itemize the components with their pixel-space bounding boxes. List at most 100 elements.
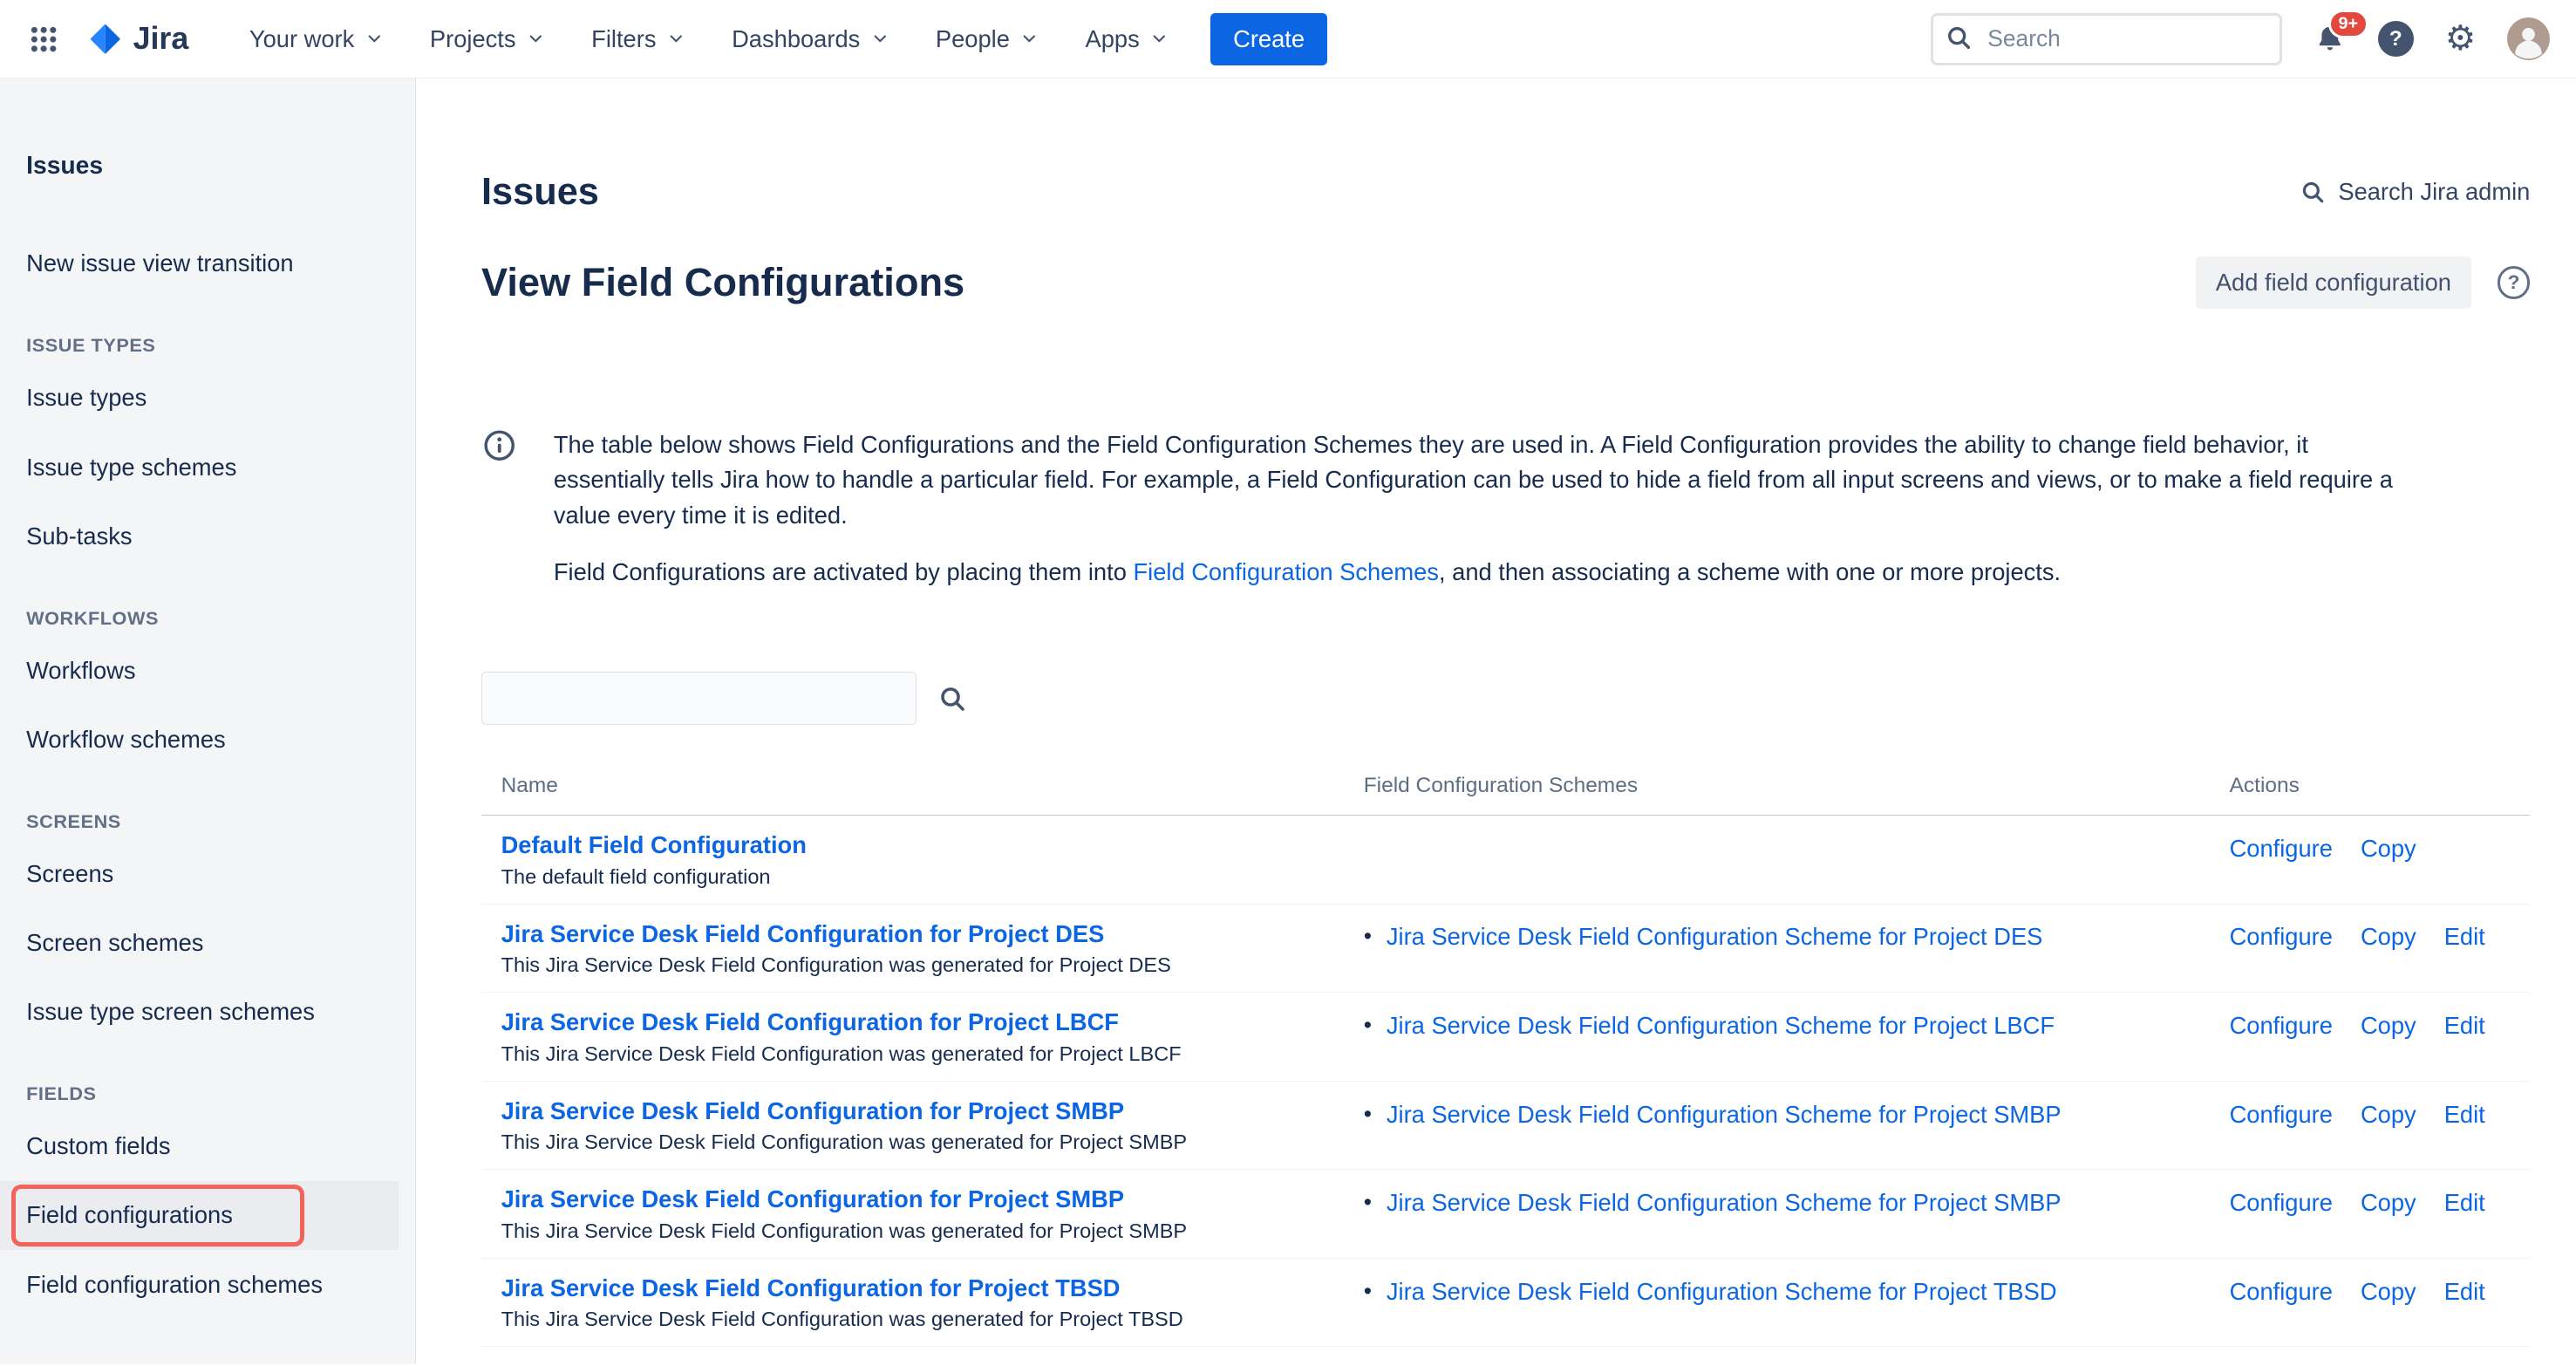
sidebar-section-heading-fields: FIELDS — [0, 1063, 415, 1112]
copy-link[interactable]: Copy — [2361, 832, 2416, 865]
scheme-cell: • Jira Service Desk Field Configuration … — [1344, 1170, 2210, 1258]
copy-link[interactable]: Copy — [2361, 1009, 2416, 1042]
field-config-name-link[interactable]: Jira Service Desk Field Configuration fo… — [501, 1097, 1124, 1125]
table-row: Jira Service Desk Field Configuration fo… — [481, 1170, 2530, 1259]
table-row: Jira Service Desk Field Configuration fo… — [481, 905, 2530, 994]
sidebar-section-heading-screens: SCREENS — [0, 790, 415, 839]
help-circle-icon[interactable]: ? — [2498, 266, 2531, 299]
sidebar-section-heading-workflows: WORKFLOWS — [0, 587, 415, 636]
search-icon[interactable] — [938, 685, 966, 713]
field-configurations-table: Name Field Configuration Schemes Actions… — [481, 761, 2530, 1347]
sidebar-item-workflow-schemes[interactable]: Workflow schemes — [0, 705, 415, 774]
sidebar-item-custom-fields[interactable]: Custom fields — [0, 1112, 415, 1181]
nav-item-apps[interactable]: Apps — [1067, 15, 1188, 63]
edit-link[interactable]: Edit — [2444, 1009, 2485, 1042]
sidebar-item-new-issue-view-transition[interactable]: New issue view transition — [0, 229, 415, 298]
actions-cell: Configure Copy Edit — [2210, 1259, 2530, 1347]
info-paragraph-1: The table below shows Field Configuratio… — [554, 427, 2416, 534]
field-configuration-schemes-link[interactable]: Field Configuration Schemes — [1133, 558, 1439, 585]
name-cell: Default Field Configuration The default … — [481, 816, 1344, 904]
add-field-configuration-button[interactable]: Add field configuration — [2196, 256, 2470, 309]
field-config-description: The default field configuration — [501, 865, 1325, 889]
configure-link[interactable]: Configure — [2230, 832, 2333, 865]
jira-logo[interactable]: Jira — [87, 21, 188, 57]
scheme-link[interactable]: Jira Service Desk Field Configuration Sc… — [1387, 1098, 2061, 1131]
sidebar-item-field-configuration-schemes[interactable]: Field configuration schemes — [0, 1250, 415, 1319]
name-cell: Jira Service Desk Field Configuration fo… — [481, 1259, 1344, 1347]
bullet-icon: • — [1364, 1186, 1372, 1219]
copy-link[interactable]: Copy — [2361, 1186, 2416, 1219]
app-switcher-icon[interactable] — [30, 25, 58, 53]
edit-link[interactable]: Edit — [2444, 1186, 2485, 1219]
bullet-icon: • — [1364, 1098, 1372, 1131]
search-jira-admin-link[interactable]: Search Jira admin — [2300, 178, 2530, 206]
copy-link[interactable]: Copy — [2361, 920, 2416, 953]
scheme-link[interactable]: Jira Service Desk Field Configuration Sc… — [1387, 920, 2042, 953]
heading-actions: Add field configuration ? — [2196, 256, 2530, 309]
sidebar-item-field-configurations[interactable]: Field configurations — [0, 1181, 399, 1250]
chevron-down-icon — [365, 29, 385, 49]
primary-nav: Your work Projects Filters Dashboards Pe… — [231, 15, 1187, 63]
nav-item-people[interactable]: People — [917, 15, 1057, 63]
sidebar-item-sub-tasks[interactable]: Sub-tasks — [0, 502, 415, 570]
notifications-icon[interactable]: 9+ — [2314, 23, 2347, 56]
nav-item-your-work[interactable]: Your work — [231, 15, 402, 63]
configure-link[interactable]: Configure — [2230, 1275, 2333, 1308]
sidebar-item-issue-type-screen-schemes[interactable]: Issue type screen schemes — [0, 978, 415, 1047]
help-icon[interactable]: ? — [2378, 21, 2414, 57]
name-cell: Jira Service Desk Field Configuration fo… — [481, 1082, 1344, 1170]
field-config-description: This Jira Service Desk Field Configurati… — [501, 1219, 1325, 1243]
info-block: The table below shows Field Configuratio… — [481, 427, 2530, 590]
admin-sidebar: Issues New issue view transition ISSUE T… — [0, 79, 416, 1363]
copy-link[interactable]: Copy — [2361, 1098, 2416, 1131]
settings-gear-icon[interactable]: ⚙ — [2445, 22, 2476, 57]
configure-link[interactable]: Configure — [2230, 920, 2333, 953]
notification-badge: 9+ — [2328, 10, 2368, 38]
edit-link[interactable]: Edit — [2444, 920, 2485, 953]
table-header: Name Field Configuration Schemes Actions — [481, 761, 2530, 816]
scheme-cell — [1344, 816, 2210, 904]
field-config-name-link[interactable]: Jira Service Desk Field Configuration fo… — [501, 1185, 1124, 1213]
edit-link[interactable]: Edit — [2444, 1275, 2485, 1308]
nav-item-projects[interactable]: Projects — [412, 15, 563, 63]
nav-item-label: Projects — [430, 25, 516, 53]
scheme-link[interactable]: Jira Service Desk Field Configuration Sc… — [1387, 1009, 2055, 1042]
create-button[interactable]: Create — [1210, 13, 1328, 65]
nav-item-dashboards[interactable]: Dashboards — [713, 15, 908, 63]
scheme-link[interactable]: Jira Service Desk Field Configuration Sc… — [1387, 1186, 2061, 1219]
search-jira-admin-label: Search Jira admin — [2338, 178, 2530, 206]
scheme-link[interactable]: Jira Service Desk Field Configuration Sc… — [1387, 1275, 2057, 1308]
filter-input[interactable] — [481, 672, 917, 724]
info-icon — [481, 427, 517, 463]
avatar[interactable] — [2507, 17, 2550, 60]
section-heading: View Field Configurations — [481, 260, 964, 305]
sidebar-item-issue-type-schemes[interactable]: Issue type schemes — [0, 433, 415, 502]
field-config-name-link[interactable]: Jira Service Desk Field Configuration fo… — [501, 1274, 1121, 1302]
configure-link[interactable]: Configure — [2230, 1009, 2333, 1042]
heading-row: View Field Configurations Add field conf… — [481, 256, 2530, 309]
actions-cell: Configure Copy Edit — [2210, 1082, 2530, 1170]
sidebar-item-issue-types[interactable]: Issue types — [0, 364, 415, 433]
name-cell: Jira Service Desk Field Configuration fo… — [481, 993, 1344, 1081]
page-title: Issues — [481, 171, 599, 214]
main-content: Issues Search Jira admin View Field Conf… — [416, 79, 2576, 1363]
chevron-down-icon — [1019, 29, 1039, 49]
sidebar-item-screens[interactable]: Screens — [0, 839, 415, 908]
sidebar-item-workflows[interactable]: Workflows — [0, 636, 415, 705]
chevron-down-icon — [526, 29, 546, 49]
info-paragraph-2-prefix: Field Configurations are activated by pl… — [554, 558, 1134, 585]
edit-link[interactable]: Edit — [2444, 1098, 2485, 1131]
configure-link[interactable]: Configure — [2230, 1098, 2333, 1131]
field-config-name-link[interactable]: Default Field Configuration — [501, 831, 807, 859]
field-config-name-link[interactable]: Jira Service Desk Field Configuration fo… — [501, 1008, 1119, 1036]
nav-item-label: Apps — [1086, 25, 1140, 53]
global-search-input[interactable] — [1931, 13, 2282, 65]
scheme-cell: • Jira Service Desk Field Configuration … — [1344, 1259, 2210, 1347]
copy-link[interactable]: Copy — [2361, 1275, 2416, 1308]
configure-link[interactable]: Configure — [2230, 1186, 2333, 1219]
name-cell: Jira Service Desk Field Configuration fo… — [481, 1170, 1344, 1258]
sidebar-item-screen-schemes[interactable]: Screen schemes — [0, 909, 415, 978]
actions-cell: Configure Copy — [2210, 816, 2530, 904]
nav-item-filters[interactable]: Filters — [573, 15, 704, 63]
field-config-name-link[interactable]: Jira Service Desk Field Configuration fo… — [501, 920, 1105, 948]
